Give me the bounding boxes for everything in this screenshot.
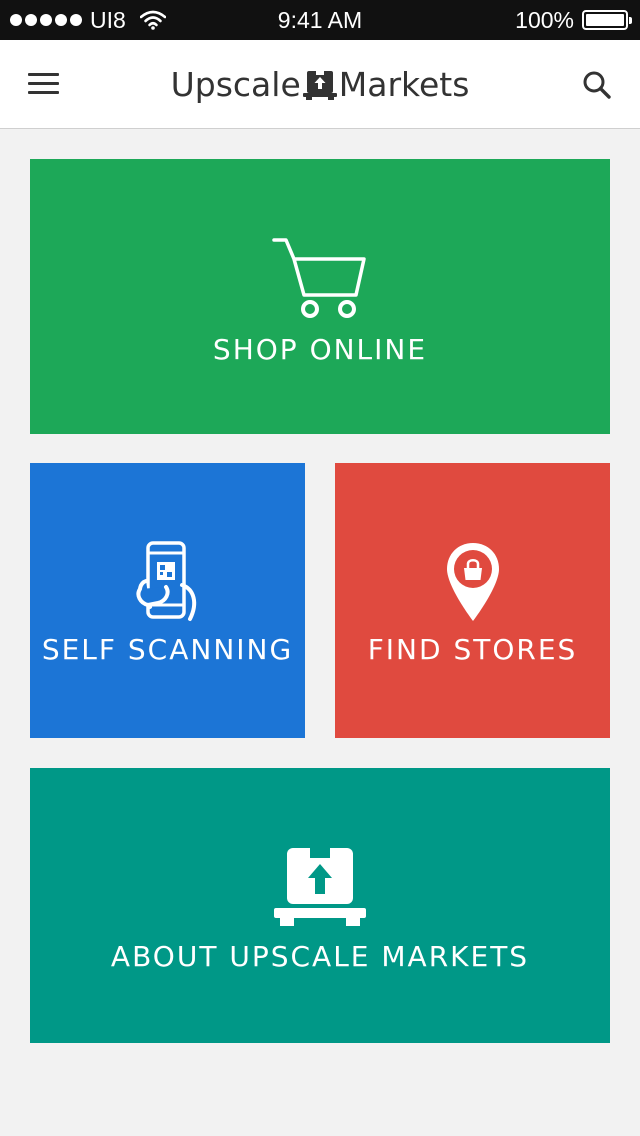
- phone-qr-scan-icon: [135, 541, 196, 621]
- shopping-cart-icon: [272, 238, 366, 318]
- app-title-right: Markets: [338, 65, 470, 104]
- status-bar-right: 100%: [515, 0, 632, 40]
- battery-percentage: 100%: [515, 6, 574, 33]
- about-upscale-markets-tile[interactable]: ABOUT UPSCALE MARKETS: [30, 768, 610, 1043]
- find-stores-label: FIND STORES: [367, 633, 578, 666]
- shop-online-label: SHOP ONLINE: [212, 333, 428, 366]
- search-icon[interactable]: [582, 70, 612, 100]
- status-bar: UI8 9:41 AM 100%: [0, 0, 640, 40]
- app-title-left: Upscale: [170, 65, 301, 104]
- battery-fill: [586, 14, 624, 26]
- map-pin-bag-icon: [446, 543, 499, 621]
- box-on-pallet-icon: [274, 848, 366, 926]
- self-scanning-tile[interactable]: SELF SCANNING: [30, 463, 305, 738]
- box-on-pallet-icon: [302, 70, 337, 100]
- self-scanning-label: SELF SCANNING: [41, 633, 294, 666]
- app-header: Upscale Markets: [0, 40, 640, 129]
- battery-icon: [582, 10, 632, 30]
- about-upscale-markets-label: ABOUT UPSCALE MARKETS: [110, 940, 530, 973]
- find-stores-tile[interactable]: FIND STORES: [335, 463, 610, 738]
- shop-online-tile[interactable]: SHOP ONLINE: [30, 159, 610, 434]
- app-title: Upscale Markets: [0, 40, 640, 129]
